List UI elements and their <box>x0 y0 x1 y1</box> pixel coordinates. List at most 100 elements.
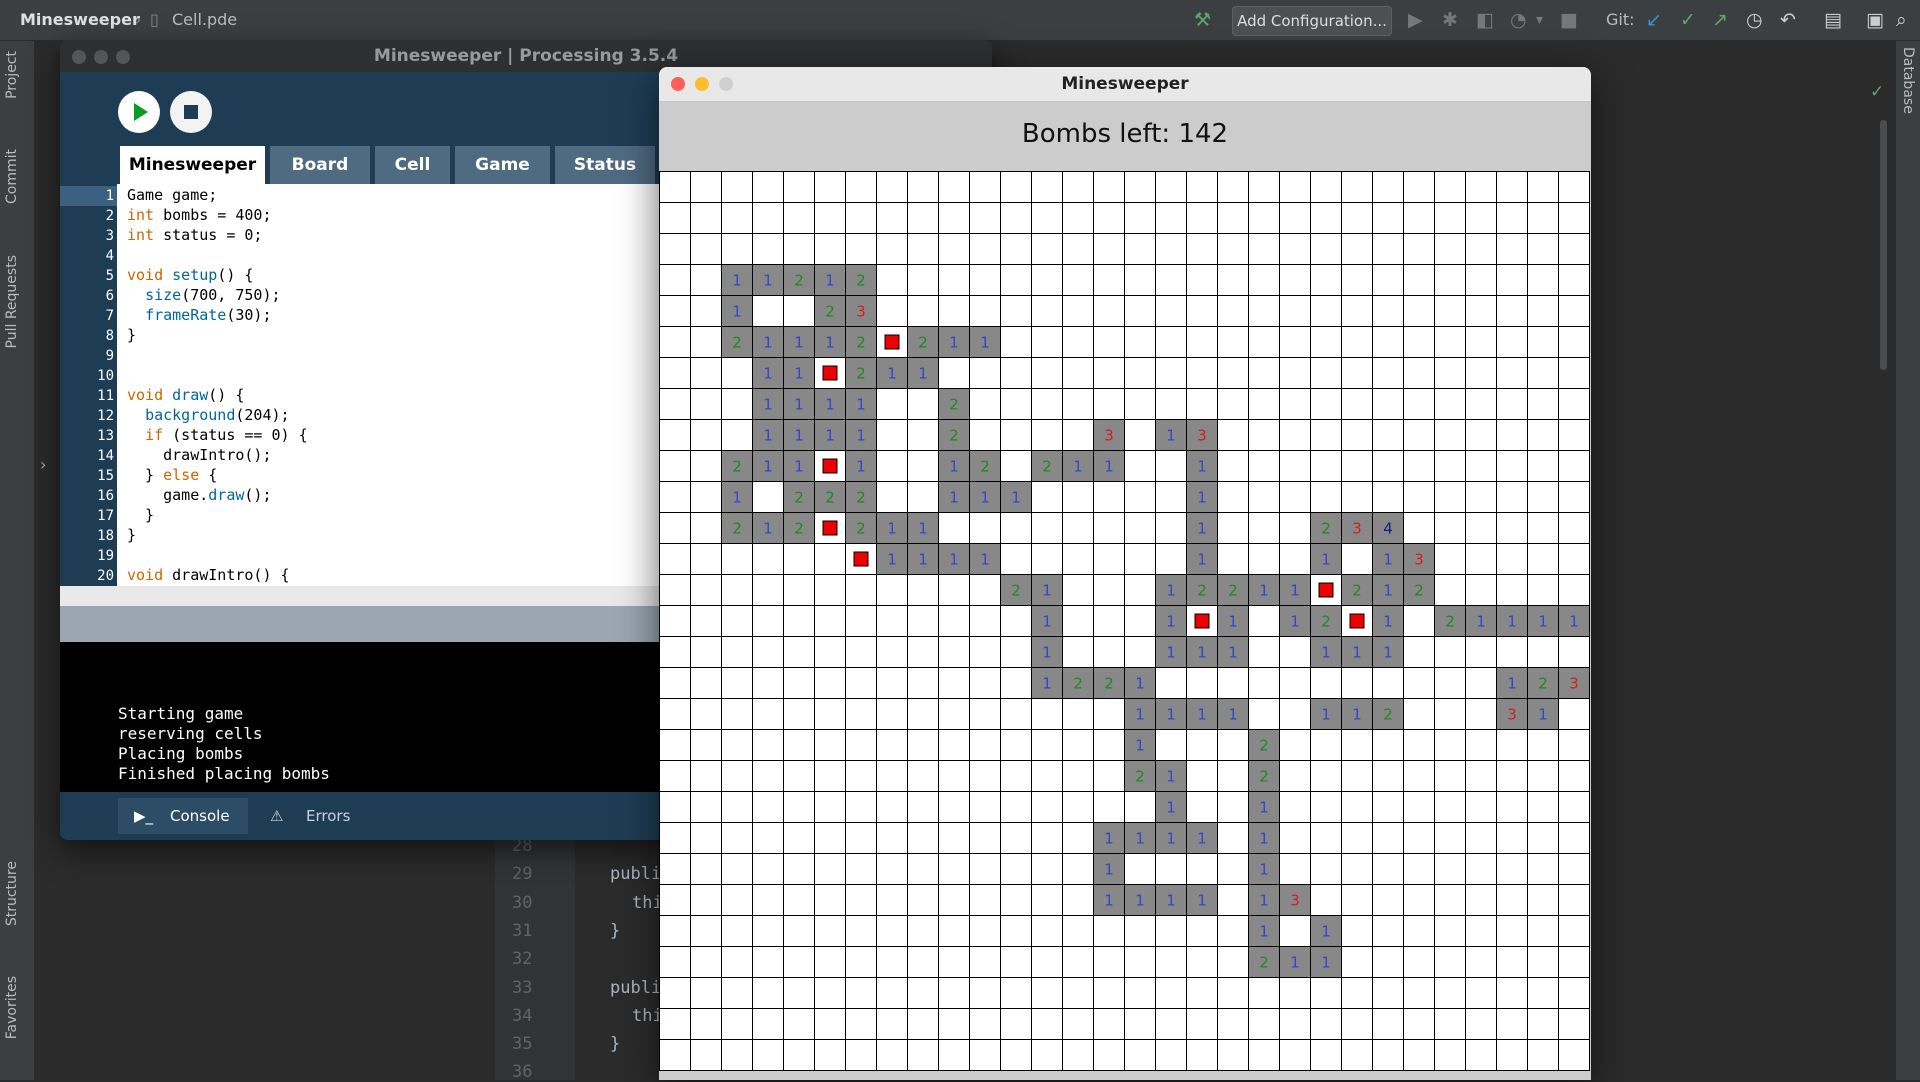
cell-hidden[interactable] <box>1279 264 1311 296</box>
cell-hidden[interactable] <box>1434 1008 1466 1040</box>
cell-hidden[interactable] <box>1434 946 1466 978</box>
cell-hidden[interactable] <box>1248 605 1280 637</box>
cell-hidden[interactable] <box>690 171 722 203</box>
cell-hidden[interactable] <box>1279 481 1311 513</box>
cell-hidden[interactable] <box>907 171 939 203</box>
cell-hidden[interactable] <box>1496 202 1528 234</box>
cell-hidden[interactable] <box>1062 512 1094 544</box>
cell-hidden[interactable] <box>1465 295 1497 327</box>
cell-hidden[interactable] <box>1031 512 1063 544</box>
cell-hidden[interactable] <box>1341 481 1373 513</box>
cell-hidden[interactable] <box>1527 791 1559 823</box>
cell-hidden[interactable] <box>690 326 722 358</box>
stop-sketch-button[interactable] <box>170 91 212 133</box>
cell-hidden[interactable] <box>752 543 784 575</box>
cell-hidden[interactable] <box>907 822 939 854</box>
cell-hidden[interactable] <box>1031 264 1063 296</box>
cell-hidden[interactable] <box>1310 1008 1342 1040</box>
cell-hidden[interactable] <box>1217 450 1249 482</box>
cell-hidden[interactable] <box>659 419 691 451</box>
project-structure-icon[interactable]: ▤ <box>1824 9 1842 31</box>
cell-hidden[interactable] <box>721 822 753 854</box>
cell-hidden[interactable] <box>1093 915 1125 947</box>
cell-hidden[interactable] <box>1155 915 1187 947</box>
cell-hidden[interactable] <box>1434 357 1466 389</box>
cell-hidden[interactable] <box>1155 667 1187 699</box>
cell-hidden[interactable] <box>1279 295 1311 327</box>
cell-hidden[interactable] <box>1372 388 1404 420</box>
cell-hidden[interactable] <box>1341 264 1373 296</box>
cell-hidden[interactable] <box>845 791 877 823</box>
cell-hidden[interactable] <box>876 915 908 947</box>
cell-hidden[interactable] <box>1248 977 1280 1009</box>
cell-hidden[interactable] <box>1527 915 1559 947</box>
cell-hidden[interactable] <box>690 202 722 234</box>
cell-hidden[interactable] <box>752 574 784 606</box>
cell-hidden[interactable] <box>1279 791 1311 823</box>
cell-hidden[interactable] <box>1093 1008 1125 1040</box>
cell-hidden[interactable] <box>1279 326 1311 358</box>
cell-hidden[interactable] <box>1496 1008 1528 1040</box>
cell-hidden[interactable] <box>907 295 939 327</box>
cell-hidden[interactable] <box>1434 171 1466 203</box>
cell-hidden[interactable] <box>1403 450 1435 482</box>
cell-hidden[interactable] <box>1248 357 1280 389</box>
cell-hidden[interactable] <box>1186 295 1218 327</box>
cell-hidden[interactable] <box>659 853 691 885</box>
cell-hidden[interactable] <box>1558 202 1590 234</box>
cell-hidden[interactable] <box>1527 326 1559 358</box>
close-window-button[interactable] <box>72 50 86 64</box>
cell-hidden[interactable] <box>1124 1008 1156 1040</box>
cell-hidden[interactable] <box>1465 729 1497 761</box>
cell-hidden[interactable] <box>1372 481 1404 513</box>
cell-hidden[interactable] <box>659 884 691 916</box>
cell-hidden[interactable] <box>721 977 753 1009</box>
cell-hidden[interactable] <box>1031 202 1063 234</box>
cell-hidden[interactable] <box>783 1008 815 1040</box>
cell-hidden[interactable] <box>1217 202 1249 234</box>
cell-hidden[interactable] <box>721 202 753 234</box>
cell-hidden[interactable] <box>1031 543 1063 575</box>
cell-hidden[interactable] <box>1372 791 1404 823</box>
cell-hidden[interactable] <box>690 233 722 265</box>
cell-hidden[interactable] <box>1093 512 1125 544</box>
cell-hidden[interactable] <box>1434 388 1466 420</box>
cell-hidden[interactable] <box>907 729 939 761</box>
cell-hidden[interactable] <box>690 574 722 606</box>
cell-hidden[interactable] <box>814 760 846 792</box>
cell-hidden[interactable] <box>1496 481 1528 513</box>
cell-hidden[interactable] <box>1465 915 1497 947</box>
tab-status[interactable]: Status <box>555 146 655 184</box>
cell-hidden[interactable] <box>1031 1039 1063 1071</box>
project-breadcrumb[interactable]: Minesweeper <box>20 10 140 29</box>
cell-hidden[interactable] <box>1310 1039 1342 1071</box>
cell-hidden[interactable] <box>1217 264 1249 296</box>
cell-hidden[interactable] <box>659 667 691 699</box>
cell-hidden[interactable] <box>721 636 753 668</box>
cell-hidden[interactable] <box>907 233 939 265</box>
close-window-button[interactable] <box>671 77 685 91</box>
cell-hidden[interactable] <box>1434 233 1466 265</box>
cell-hidden[interactable] <box>876 388 908 420</box>
cell-hidden[interactable] <box>1279 233 1311 265</box>
cell-hidden[interactable] <box>1062 853 1094 885</box>
cell-hidden[interactable] <box>1279 667 1311 699</box>
cell-hidden[interactable] <box>1062 729 1094 761</box>
cell-hidden[interactable] <box>845 853 877 885</box>
cell-hidden[interactable] <box>1310 357 1342 389</box>
cell-hidden[interactable] <box>1155 264 1187 296</box>
cell-hidden[interactable] <box>938 853 970 885</box>
cell-hidden[interactable] <box>1403 822 1435 854</box>
cell-hidden[interactable] <box>1279 419 1311 451</box>
cell-hidden[interactable] <box>1093 698 1125 730</box>
cell-hidden[interactable] <box>721 1008 753 1040</box>
cell-hidden[interactable] <box>721 946 753 978</box>
cell-hidden[interactable] <box>1341 357 1373 389</box>
cell-hidden[interactable] <box>845 760 877 792</box>
cell-hidden[interactable] <box>1248 264 1280 296</box>
cell-hidden[interactable] <box>1093 760 1125 792</box>
cell-hidden[interactable] <box>1062 760 1094 792</box>
cell-hidden[interactable] <box>814 791 846 823</box>
cell-hidden[interactable] <box>1434 543 1466 575</box>
cell-hidden[interactable] <box>876 574 908 606</box>
